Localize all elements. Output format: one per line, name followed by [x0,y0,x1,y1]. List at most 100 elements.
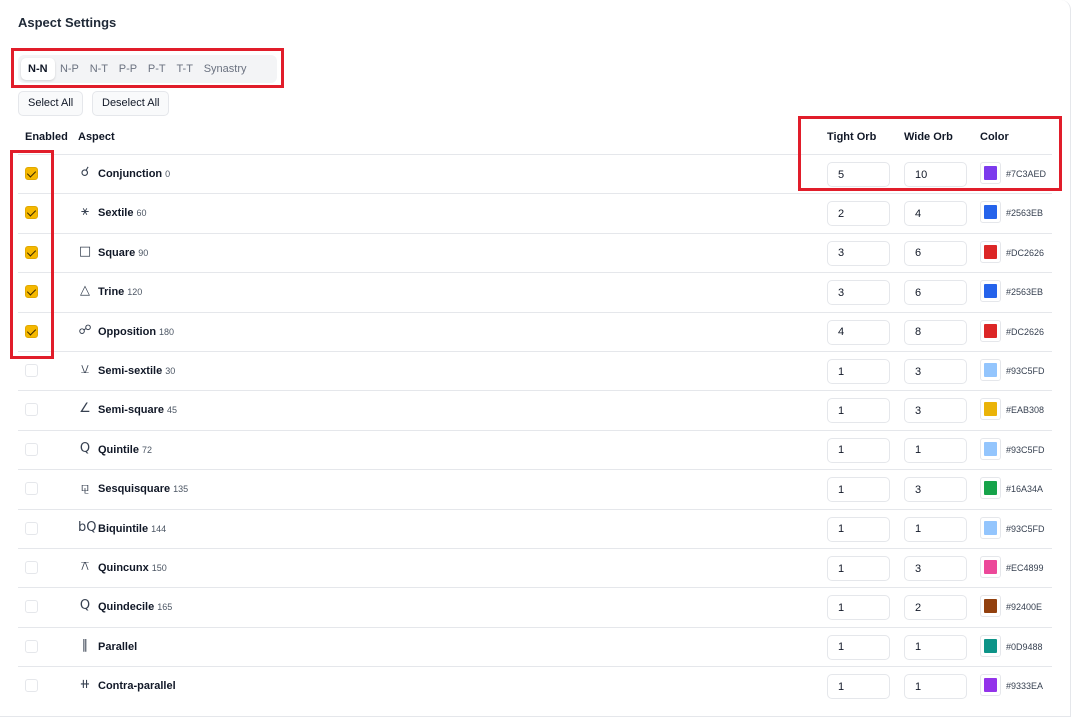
aspect-name: Semi-square 45 [98,404,177,416]
enabled-checkbox[interactable] [25,561,38,574]
color-hex: #2563EB [1006,287,1044,298]
color-swatch [984,599,997,614]
tight-orb-input[interactable] [827,280,890,306]
color-hex: #DC2626 [1006,247,1045,258]
table-row: ⚼ Sesquisquare135 #16A34A [18,469,1052,508]
aspect-degree: 90 [138,247,149,258]
wide-orb-input[interactable] [904,477,967,503]
color-picker[interactable] [980,359,1001,381]
quindecile-icon: Q [79,598,91,614]
color-picker[interactable] [980,280,1001,303]
aspect-name: Parallel [98,641,140,653]
aspect-label: Sextile [98,207,134,220]
color-swatch [984,323,997,338]
biquintile-icon: bQ [78,519,97,535]
tight-orb-input[interactable] [827,674,890,700]
tight-orb-input[interactable] [827,437,890,463]
wide-orb-input[interactable] [904,398,967,424]
table-row: Q Quindecile165 #92400E [18,587,1052,626]
color-hex: #9333EA [1006,681,1044,692]
color-hex: #92400E [1006,602,1043,613]
orb-color-columns-highlight [798,116,1062,191]
wide-orb-input[interactable] [904,516,967,542]
table-row: □ Square90 #DC2626 [18,232,1052,272]
tight-orb-input[interactable] [827,201,890,227]
contra-parallel-icon: ⧺ [79,677,91,693]
trine-icon: △ [80,283,90,299]
color-hex: #93C5FD [1006,444,1045,455]
aspect-degree: 45 [167,405,178,416]
wide-orb-input[interactable] [904,280,967,306]
wide-orb-input[interactable] [904,201,967,227]
table-row: ⧺ Contra-parallel #9333EA [18,666,1052,705]
aspect-name: Contra-parallel [98,680,179,692]
wide-orb-input[interactable] [904,634,967,660]
conjunction-icon: ☌ [80,165,90,180]
color-picker[interactable] [980,477,1001,500]
aspect-label: Opposition [98,325,157,338]
tight-orb-input[interactable] [827,359,890,384]
enabled-checkbox[interactable] [25,600,38,614]
aspect-degree: 30 [165,366,176,376]
enabled-checkbox[interactable] [25,521,38,535]
color-picker[interactable] [980,201,1001,224]
color-picker[interactable] [980,634,1001,657]
enabled-checkbox[interactable] [25,442,38,456]
enabled-checkbox[interactable] [25,639,38,653]
wide-orb-input[interactable] [904,240,967,266]
wide-orb-input[interactable] [904,595,967,621]
wide-orb-input[interactable] [904,674,967,700]
wide-orb-input[interactable] [904,437,967,463]
color-picker[interactable] [980,240,1001,263]
aspect-degree: 180 [159,326,175,337]
tight-orb-input[interactable] [827,240,890,266]
color-picker[interactable] [980,556,1001,578]
color-picker[interactable] [980,437,1001,460]
table-row: ∠ Semi-square45 #EAB308 [18,390,1052,429]
aspect-name: Conjunction 0 [98,168,170,180]
aspect-label: Quincunx [98,562,149,574]
sesquisquare-icon: ⚼ [80,480,90,496]
aspect-name: Quintile 72 [98,444,152,456]
tight-orb-input[interactable] [827,477,890,503]
color-swatch [984,441,997,456]
color-picker[interactable] [980,516,1001,539]
enabled-checkbox[interactable] [25,679,38,693]
tight-orb-input[interactable] [827,516,890,542]
table-row: Q Quintile72 #93C5FD [18,429,1052,469]
tight-orb-input[interactable] [827,595,890,621]
wide-orb-input[interactable] [904,319,967,345]
enabled-checkbox[interactable] [25,482,38,496]
aspect-label: Trine [98,286,125,299]
table-row: ⚻ Quincunx150 #EC4899 [18,548,1052,587]
aspect-name: Quindecile 165 [98,601,172,613]
tight-orb-input[interactable] [827,398,890,424]
select-all-button[interactable]: Select All [18,91,84,116]
tight-orb-input[interactable] [827,556,890,581]
table-row: ∥ Parallel #0D9488 [18,626,1052,666]
aspect-name: Trine 120 [98,286,142,298]
aspect-label: Square [98,246,136,259]
opposition-icon: ☍ [78,322,92,338]
color-swatch [984,363,997,377]
aspect-label: Semi-square [98,404,165,417]
enabled-checkbox[interactable] [25,403,38,417]
wide-orb-input[interactable] [904,556,967,581]
aspect-degree: 165 [157,602,173,613]
color-hex: #16A34A [1006,484,1044,495]
color-picker[interactable] [980,319,1001,342]
aspect-name: Quincunx 150 [98,562,167,574]
color-picker[interactable] [980,595,1001,618]
tabs-highlight [11,48,284,88]
color-picker[interactable] [980,398,1001,421]
wide-orb-input[interactable] [904,359,967,384]
tight-orb-input[interactable] [827,634,890,660]
deselect-all-button[interactable]: Deselect All [92,91,170,116]
square-icon: □ [78,243,92,259]
color-picker[interactable] [980,674,1001,697]
tight-orb-input[interactable] [827,319,890,345]
enabled-checkbox[interactable] [25,364,38,377]
enabled-column-highlight [10,150,54,359]
color-hex: #0D9488 [1006,641,1043,652]
aspect-label: Conjunction [98,168,163,180]
